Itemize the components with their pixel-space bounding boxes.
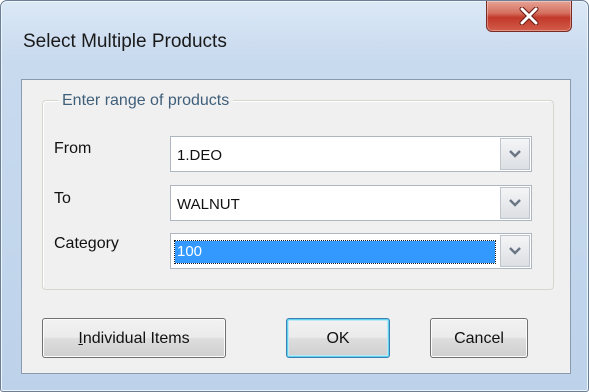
category-value: 100	[174, 240, 496, 264]
individual-items-label: ndividual Items	[82, 330, 190, 347]
chevron-down-icon	[509, 199, 521, 207]
to-dropdown-button[interactable]	[500, 187, 530, 219]
dialog-body: Enter range of products From 1.DEO To WA…	[21, 79, 571, 374]
to-value: WALNUT	[177, 196, 240, 213]
ok-button[interactable]: OK	[286, 318, 390, 358]
close-button[interactable]	[486, 1, 572, 32]
individual-items-button[interactable]: Individual Items	[42, 318, 226, 358]
from-value: 1.DEO	[177, 147, 223, 164]
category-label: Category	[54, 235, 119, 252]
category-dropdown-button[interactable]	[500, 235, 530, 267]
from-label: From	[54, 140, 92, 157]
dialog-window: Select Multiple Products Enter range of …	[0, 0, 589, 392]
to-combobox[interactable]: WALNUT	[170, 185, 532, 221]
chevron-down-icon	[509, 247, 521, 255]
range-group-legend: Enter range of products	[58, 92, 234, 110]
dialog-title: Select Multiple Products	[23, 31, 227, 52]
close-icon	[519, 7, 539, 25]
from-dropdown-button[interactable]	[500, 138, 530, 170]
chevron-down-icon	[509, 150, 521, 158]
from-combobox[interactable]: 1.DEO	[170, 136, 532, 172]
category-combobox[interactable]: 100	[170, 233, 532, 269]
to-label: To	[54, 190, 71, 207]
cancel-button[interactable]: Cancel	[430, 318, 528, 358]
